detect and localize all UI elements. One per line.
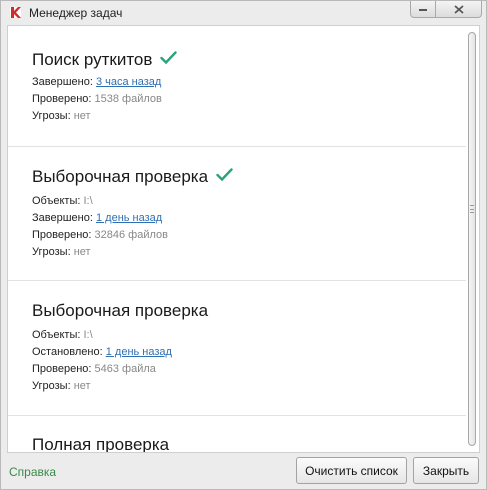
scrollbar-grip-icon [470,205,474,213]
row-value: I:\ [83,195,93,207]
finished-time-link[interactable]: 1 день назад [96,212,162,224]
minimize-icon [419,9,427,11]
row-label: Объекты: [32,195,81,207]
close-button[interactable]: Закрыть [413,457,479,484]
task-row: Завершено: 1 день назад [32,212,162,224]
task-row: Проверено: 32846 файлов [32,229,168,241]
task-row: Остановлено: 1 день назад [32,346,172,358]
task-row: Объекты: I:\ [32,329,93,341]
checkmark-icon [216,168,233,182]
task-title: Полная проверка [32,435,170,453]
row-value: 5463 файла [94,363,156,375]
stopped-time-link[interactable]: 1 день назад [106,346,172,358]
task-row: Угрозы: нет [32,246,91,258]
minimize-button[interactable] [410,1,436,18]
finished-time-link[interactable]: 3 часа назад [96,76,161,88]
checkmark-icon [160,51,178,65]
close-icon [453,4,464,14]
row-label: Проверено: [32,229,92,241]
row-label: Объекты: [32,329,81,341]
row-value: 32846 файлов [94,229,168,241]
task-row: Угрозы: нет [32,110,91,122]
row-label: Угрозы: [32,246,71,258]
window-controls [410,1,482,18]
row-label: Угрозы: [32,110,71,122]
help-link[interactable]: Справка [9,465,56,479]
task-title: Поиск руткитов [32,50,178,70]
row-value: нет [73,246,91,258]
row-value: нет [73,110,91,122]
kaspersky-k-icon [10,7,21,18]
task-manager-window: Менеджер задач Поиск руткитов Завершено:… [0,0,487,490]
task-item: Выборочная проверка Объекты: I:\ Заверше… [8,147,466,281]
row-label: Угрозы: [32,380,71,392]
footer: Справка Очистить список Закрыть [1,453,486,490]
row-value: нет [73,380,91,392]
row-label: Проверено: [32,93,92,105]
task-row: Завершено: 3 часа назад [32,76,161,88]
clear-list-button[interactable]: Очистить список [296,457,407,484]
row-value: 1538 файлов [94,93,162,105]
task-item: Полная проверка [8,416,466,453]
task-title: Выборочная проверка [32,301,209,320]
close-window-button[interactable] [436,1,482,18]
task-title: Выборочная проверка [32,167,233,187]
row-value: I:\ [83,329,93,341]
task-row: Проверено: 5463 файла [32,363,156,375]
task-row: Проверено: 1538 файлов [32,93,162,105]
scrollbar-thumb[interactable] [468,32,476,446]
row-label: Проверено: [32,363,92,375]
window-title: Менеджер задач [29,6,123,20]
task-item: Выборочная проверка Объекты: I:\ Останов… [8,281,466,416]
title-bar: Менеджер задач [1,1,486,25]
row-label: Завершено: [32,212,93,224]
row-label: Завершено: [32,76,93,88]
row-label: Остановлено: [32,346,103,358]
task-item: Поиск руткитов Завершено: 3 часа назад П… [8,26,466,147]
task-row: Объекты: I:\ [32,195,93,207]
task-list[interactable]: Поиск руткитов Завершено: 3 часа назад П… [7,25,480,453]
task-row: Угрозы: нет [32,380,91,392]
